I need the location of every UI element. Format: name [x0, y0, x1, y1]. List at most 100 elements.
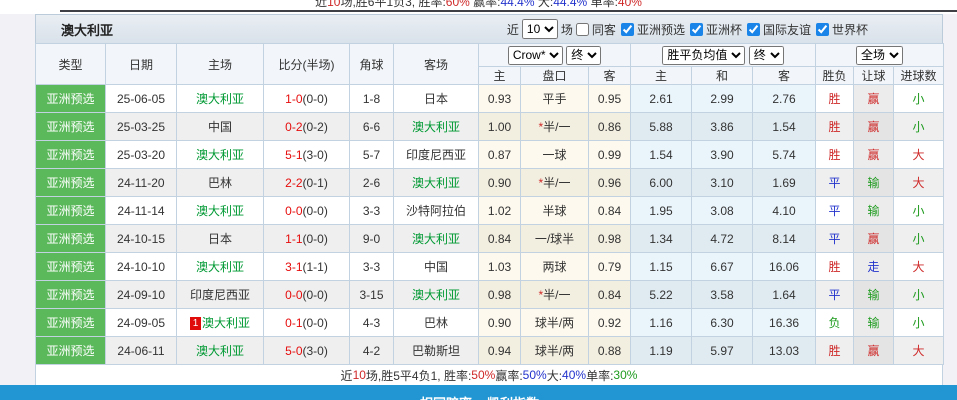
handicap-odds-away: 0.96 — [589, 169, 631, 197]
avg-odds-draw: 3.10 — [692, 169, 753, 197]
match-date: 24-10-10 — [106, 253, 177, 281]
away-team[interactable]: 澳大利亚 — [394, 169, 479, 197]
result-badge: 胜 — [816, 253, 854, 281]
handicap-line: *半/一 — [521, 113, 589, 141]
goals-result-badge: 小 — [894, 85, 944, 113]
avg-odds-home: 1.19 — [631, 337, 692, 365]
handicap-odds-home: 0.94 — [479, 337, 521, 365]
away-team[interactable]: 印度尼西亚 — [394, 141, 479, 169]
handicap-odds-home: 0.90 — [479, 169, 521, 197]
score-cell: 0-0(0-0) — [264, 197, 350, 225]
col-header-odds-away: 客 — [589, 67, 631, 85]
away-team[interactable]: 澳大利亚 — [394, 281, 479, 309]
handicap-dropdown-group: Crow* 终 — [479, 44, 631, 67]
filter-world-cup-checkbox[interactable] — [816, 23, 829, 36]
away-team[interactable]: 日本 — [394, 85, 479, 113]
handicap-odds-away: 0.84 — [589, 197, 631, 225]
footer-label[interactable]: 相同赔率 ● 凯利指数 — [420, 393, 539, 400]
goals-result-badge: 大 — [894, 141, 944, 169]
filter-asian-qualifiers-checkbox[interactable] — [621, 23, 634, 36]
average-type-select[interactable]: 胜平负均值 — [662, 46, 745, 65]
handicap-result-badge: 走 — [854, 253, 894, 281]
handicap-odds-away: 0.79 — [589, 253, 631, 281]
filter-friendly-checkbox[interactable] — [747, 23, 760, 36]
avg-odds-draw: 6.67 — [692, 253, 753, 281]
handicap-line: *半/一 — [521, 281, 589, 309]
col-header-handicap-result: 让球 — [854, 67, 894, 85]
away-team[interactable]: 中国 — [394, 253, 479, 281]
home-team[interactable]: 澳大利亚 — [177, 197, 264, 225]
odds-history-panel: 澳大利亚 近 10 场 同客 亚洲预选 亚洲杯 国际友谊 世界杯 类型 日期 主… — [35, 14, 943, 386]
scope-select[interactable]: 全场 — [856, 46, 903, 65]
competition-badge: 亚洲预选 — [36, 225, 106, 253]
handicap-result-badge: 赢 — [854, 141, 894, 169]
corner-count: 2-6 — [350, 169, 394, 197]
home-team[interactable]: 澳大利亚 — [177, 337, 264, 365]
footer-bar: 相同赔率 ● 凯利指数 — [0, 385, 957, 400]
home-team[interactable]: 澳大利亚 — [177, 85, 264, 113]
handicap-line: *半/一 — [521, 169, 589, 197]
final-odds-select-2[interactable]: 终 — [749, 46, 784, 65]
match-date: 25-03-25 — [106, 113, 177, 141]
table-row: 亚洲预选 24-10-15 日本 1-1(0-0) 9-0 澳大利亚 0.84 … — [36, 225, 944, 253]
home-team[interactable]: 印度尼西亚 — [177, 281, 264, 309]
away-team[interactable]: 澳大利亚 — [394, 113, 479, 141]
recent-count-select[interactable]: 10 — [522, 19, 558, 39]
col-header-away: 客场 — [394, 44, 479, 85]
corner-count: 3-3 — [350, 197, 394, 225]
away-team[interactable]: 沙特阿拉伯 — [394, 197, 479, 225]
goals-result-badge: 大 — [894, 253, 944, 281]
avg-odds-draw: 5.97 — [692, 337, 753, 365]
score-cell: 0-1(0-0) — [264, 309, 350, 337]
match-date: 24-06-11 — [106, 337, 177, 365]
avg-odds-draw: 3.08 — [692, 197, 753, 225]
avg-odds-away: 4.10 — [753, 197, 816, 225]
handicap-odds-home: 0.93 — [479, 85, 521, 113]
handicap-line: 半球 — [521, 197, 589, 225]
handicap-odds-away: 0.88 — [589, 337, 631, 365]
home-team[interactable]: 澳大利亚 — [177, 253, 264, 281]
handicap-odds-home: 1.02 — [479, 197, 521, 225]
avg-odds-draw: 3.86 — [692, 113, 753, 141]
home-team[interactable]: 日本 — [177, 225, 264, 253]
result-badge: 平 — [816, 197, 854, 225]
goals-result-badge: 大 — [894, 169, 944, 197]
handicap-line: 一球 — [521, 141, 589, 169]
home-team[interactable]: 1澳大利亚 — [177, 309, 264, 337]
result-badge: 负 — [816, 309, 854, 337]
divider-line — [60, 10, 957, 12]
home-team[interactable]: 澳大利亚 — [177, 141, 264, 169]
away-team[interactable]: 巴勒斯坦 — [394, 337, 479, 365]
match-date: 25-06-05 — [106, 85, 177, 113]
col-header-type: 类型 — [36, 44, 106, 85]
competition-badge: 亚洲预选 — [36, 281, 106, 309]
avg-odds-away: 1.54 — [753, 113, 816, 141]
handicap-line: 球半/两 — [521, 337, 589, 365]
match-date: 24-10-15 — [106, 225, 177, 253]
score-cell: 5-0(3-0) — [264, 337, 350, 365]
handicap-result-badge: 输 — [854, 281, 894, 309]
bookmaker-select[interactable]: Crow* — [508, 46, 563, 65]
table-row: 亚洲预选 24-10-10 澳大利亚 3-1(1-1) 3-3 中国 1.03 … — [36, 253, 944, 281]
handicap-result-badge: 输 — [854, 197, 894, 225]
away-team[interactable]: 澳大利亚 — [394, 225, 479, 253]
match-date: 24-09-10 — [106, 281, 177, 309]
home-team[interactable]: 巴林 — [177, 169, 264, 197]
final-odds-select-1[interactable]: 终 — [566, 46, 601, 65]
top-stats-text: 近10场,胜6平1负3, 胜率:60% 赢率:44.4% 大:44.4% 单率:… — [0, 0, 957, 10]
goals-result-badge: 小 — [894, 281, 944, 309]
competition-badge: 亚洲预选 — [36, 113, 106, 141]
corner-count: 9-0 — [350, 225, 394, 253]
result-badge: 胜 — [816, 85, 854, 113]
away-team[interactable]: 巴林 — [394, 309, 479, 337]
handicap-odds-away: 0.98 — [589, 225, 631, 253]
home-team[interactable]: 中国 — [177, 113, 264, 141]
same-away-checkbox[interactable] — [576, 23, 589, 36]
avg-odds-home: 1.16 — [631, 309, 692, 337]
match-date: 25-03-20 — [106, 141, 177, 169]
result-badge: 平 — [816, 281, 854, 309]
handicap-odds-away: 0.84 — [589, 281, 631, 309]
handicap-odds-home: 1.00 — [479, 113, 521, 141]
competition-badge: 亚洲预选 — [36, 197, 106, 225]
filter-asian-cup-checkbox[interactable] — [690, 23, 703, 36]
